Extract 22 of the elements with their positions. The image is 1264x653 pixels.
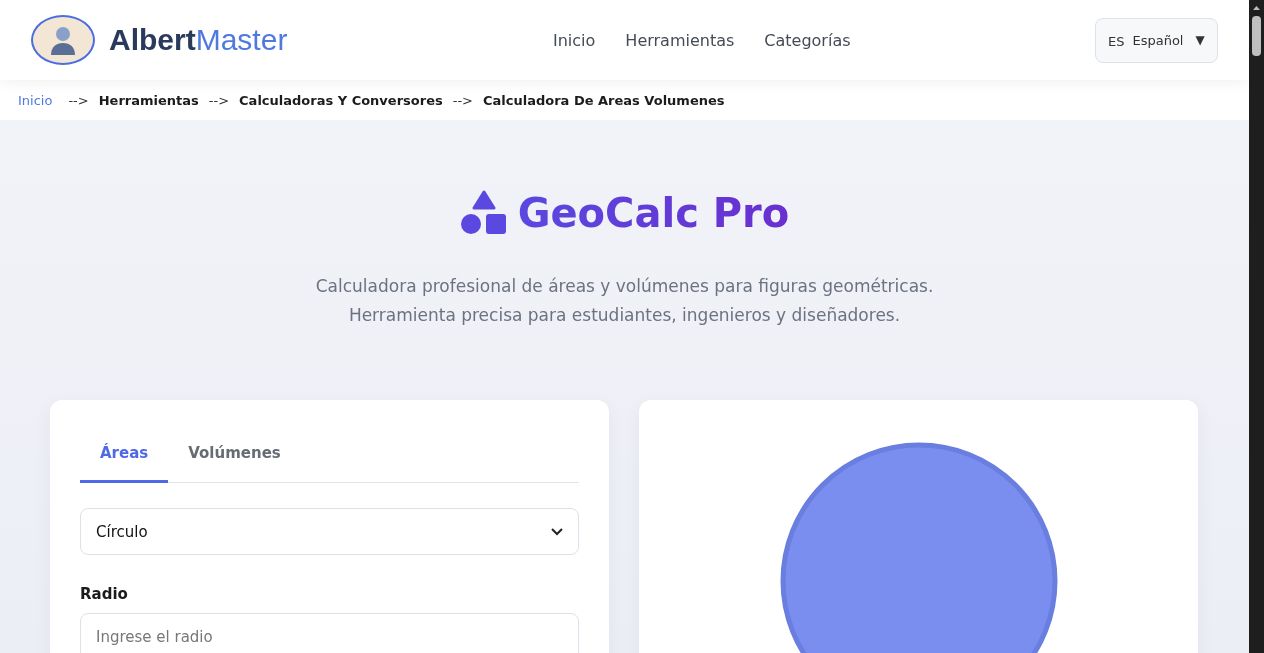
tab[interactable]: Áreas [80,430,169,483]
breadcrumb-separator: --> [452,92,473,108]
brand-name: AlbertMaster [109,23,288,57]
nav-link[interactable]: Herramientas [625,30,735,50]
nav-link[interactable]: Categorías [764,30,851,50]
breadcrumb-separator: --> [208,92,230,108]
field-label: Radio [80,585,129,603]
breadcrumb-separator: --> [68,92,89,108]
person-silhouette-icon [50,25,76,55]
hero-subtitle: Calculadora profesional de áreas y volúmenes para figuras geométricas. Herramienta precisa para estudiantes, ingenieros y diseñadores. [315,275,934,327]
breadcrumb-link[interactable]: Calculadoras Y Conversores [239,92,443,108]
tab[interactable]: Volúmenes [168,430,301,483]
breadcrumb-link[interactable]: Herramientas [98,92,199,108]
shape-select[interactable]: Círculo [80,508,579,555]
breadcrumb-link[interactable]: Inicio [18,92,53,108]
breadcrumb-link[interactable]: Calculadora De Areas Volumenes [483,92,725,108]
shapes-icon [459,190,508,236]
language-selector[interactable]: ES Español ▼ [1095,17,1218,63]
chevron-down-icon [551,527,563,536]
vertical-scrollbar[interactable] [1249,0,1264,653]
input-field[interactable]: Ingrese el radio [80,613,579,653]
nav-link[interactable]: Inicio [553,30,596,50]
